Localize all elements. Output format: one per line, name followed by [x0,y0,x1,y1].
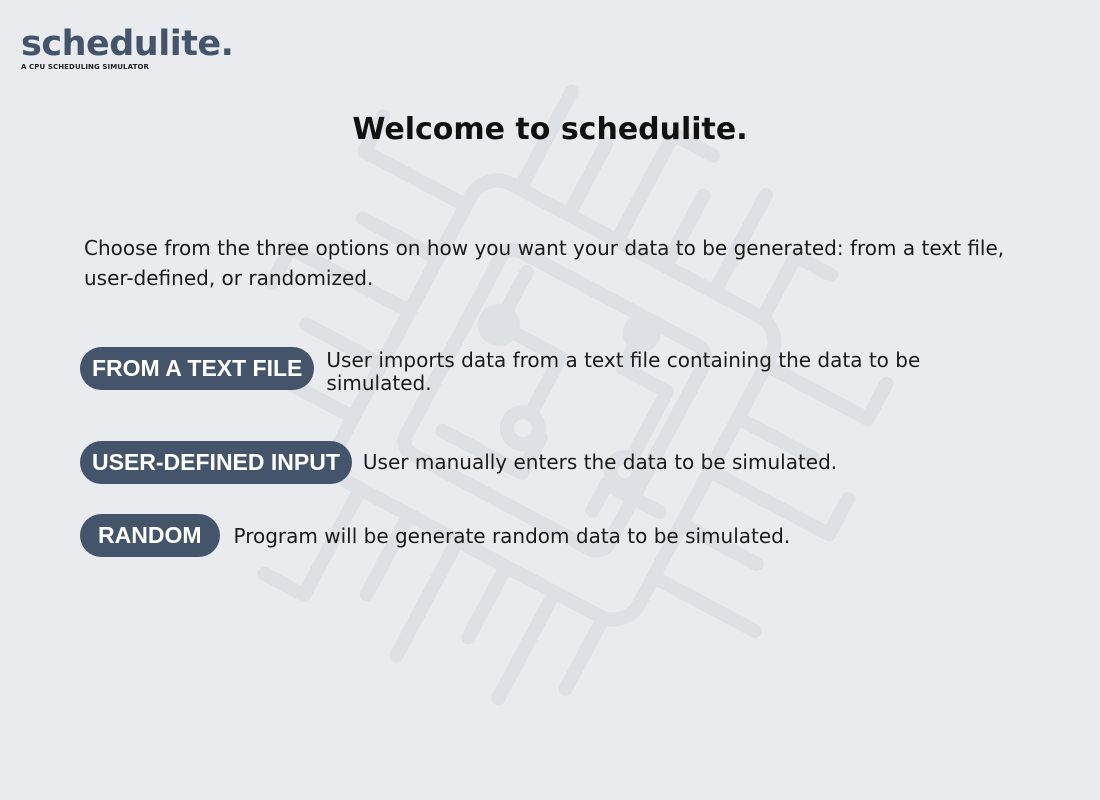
random-button[interactable]: RANDOM [80,514,220,557]
option-random: RANDOM Program will be generate random d… [80,514,790,557]
option-user-defined: USER-DEFINED INPUT User manually enters … [80,441,837,484]
logo-subtitle: A CPU SCHEDULING SIMULATOR [21,63,150,71]
logo-title: schedulite. [21,24,234,64]
option-text-file-description: User imports data from a text file conta… [326,348,921,395]
user-defined-input-button[interactable]: USER-DEFINED INPUT [80,441,352,484]
option-random-description: Program will be generate random data to … [233,524,791,548]
option-text-file: FROM A TEXT FILE User imports data from … [80,347,976,395]
intro-text: Choose from the three options on how you… [84,236,1005,290]
from-text-file-button[interactable]: FROM A TEXT FILE [80,347,315,390]
app-logo: schedulite. A CPU SCHEDULING SIMULATOR [21,24,234,71]
page-title: Welcome to schedulite. [352,112,748,147]
option-user-defined-description: User manually enters the data to be simu… [362,450,838,474]
